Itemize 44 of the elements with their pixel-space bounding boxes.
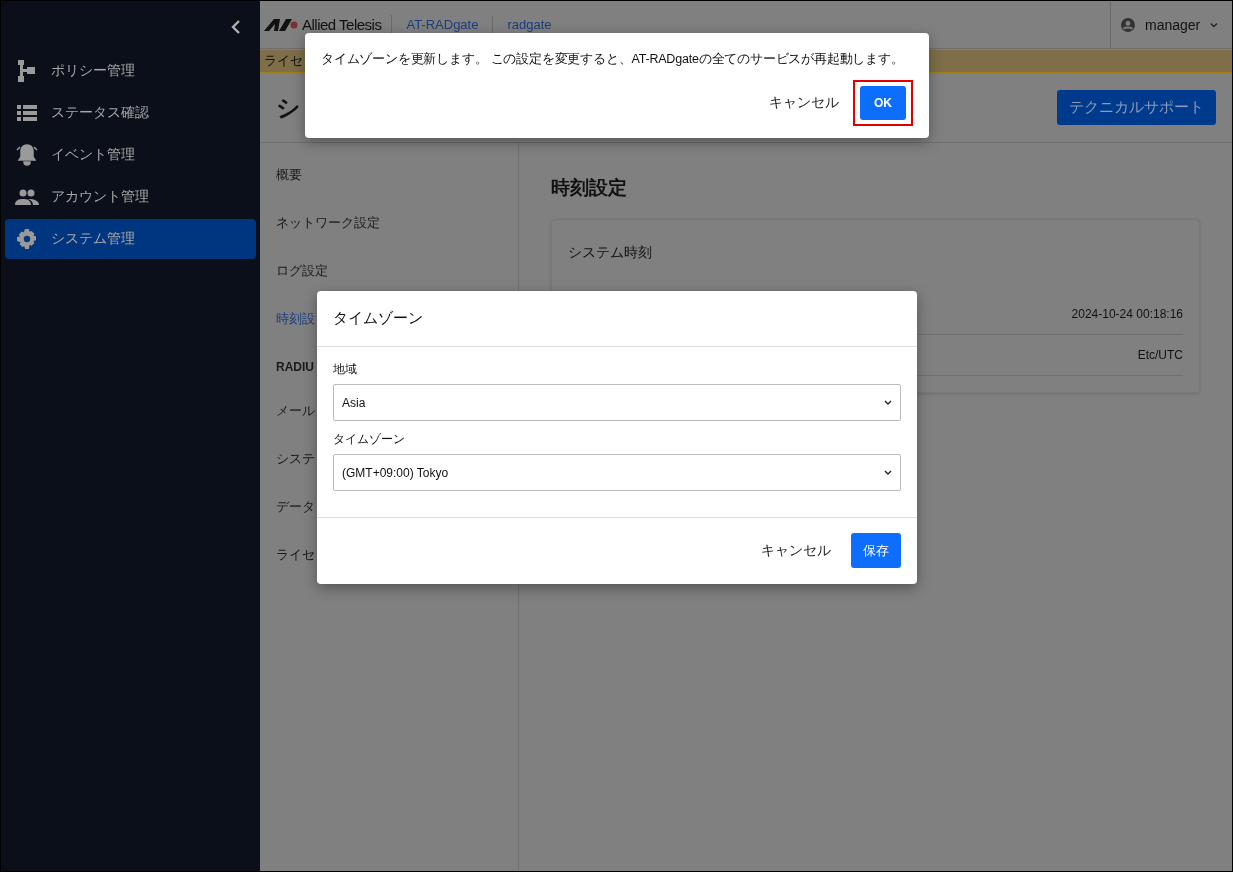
caret-icon [884,400,892,405]
sidebar-item[interactable]: イベント管理 [5,135,256,175]
nav-link[interactable]: 時刻設 [260,305,315,353]
sidebar-item[interactable]: アカウント管理 [5,177,256,217]
section-title: 時刻設定 [551,176,628,200]
bell-icon [15,144,39,166]
nav-link[interactable]: メール [260,397,315,445]
nav-link[interactable]: 概要 [260,161,302,209]
sidebar-item[interactable]: ステータス確認 [5,93,256,133]
caret-icon [1210,21,1218,28]
nav-link[interactable]: ログ設定 [260,257,328,305]
nav-link[interactable]: ネットワーク設定 [260,209,380,257]
page-title: シ [276,92,301,123]
banner-text: ライセ [264,52,303,70]
support-button[interactable]: テクニカルサポート [1057,90,1216,125]
nav-section-header: RADIU [275,359,314,376]
ok-button[interactable]: OK [860,86,906,120]
logo-text: Allied Telesis [302,16,382,33]
user-avatar-icon [1121,15,1135,34]
setting-value: Etc/UTC [1137,348,1183,362]
nav-link[interactable]: データ [260,493,315,541]
gear-icon [15,229,39,249]
confirm-message: タイムゾーンを更新します。 この設定を変更すると、AT-RADgateの全てのサービスが再起動します。 [321,51,905,68]
field-label: タイムゾーン [333,431,406,448]
select-field[interactable]: Asia [333,384,901,421]
cancel-button[interactable]: キャンセル [761,541,831,560]
nav-link[interactable]: システ [260,445,315,493]
caret-icon [884,470,892,475]
setting-value: 2024-10-24 00:18:16 [1071,307,1183,321]
card-title: システム時刻 [568,243,653,262]
sidebar-item[interactable]: システム管理 [5,219,256,259]
sidebar-item[interactable]: ポリシー管理 [5,51,256,91]
select-field[interactable]: (GMT+09:00) Tokyo [333,454,901,491]
cancel-button[interactable]: キャンセル [769,94,839,112]
dialog-title: タイムゾーン [333,309,423,328]
people-icon [15,189,39,205]
logo-mark-icon [264,18,298,31]
field-label: 地域 [333,361,358,378]
host-link[interactable]: radgate [493,15,566,34]
user-menu[interactable]: manager [1110,1,1232,48]
nav-link[interactable]: ライセ [260,541,315,589]
save-button[interactable]: 保存 [851,533,901,568]
list-icon [15,105,39,121]
chevron-left-icon[interactable] [231,20,241,34]
